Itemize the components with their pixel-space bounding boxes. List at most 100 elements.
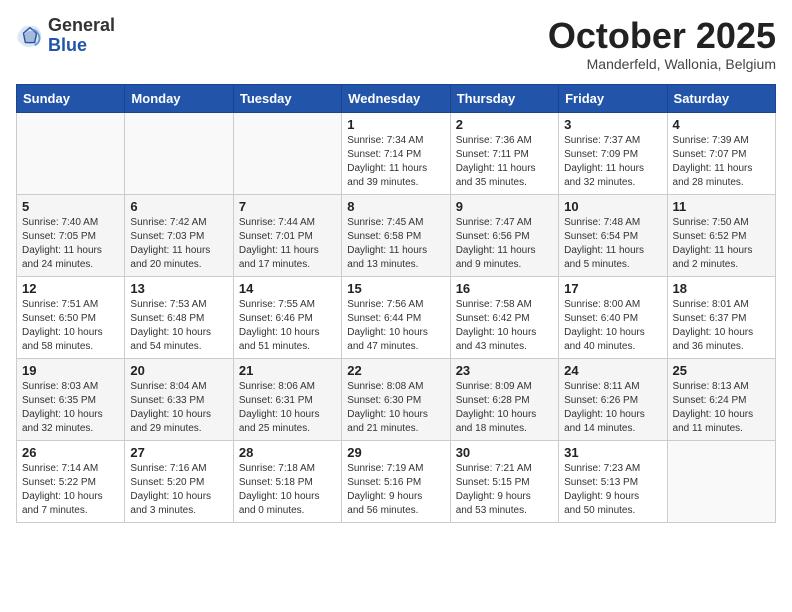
day-number: 3 [564,117,661,132]
calendar-cell: 16 Sunrise: 7:58 AM Sunset: 6:42 PM Dayli… [450,276,558,358]
calendar-cell: 29 Sunrise: 7:19 AM Sunset: 5:16 PM Dayli… [342,440,450,522]
day-number: 17 [564,281,661,296]
calendar-cell: 7 Sunrise: 7:44 AM Sunset: 7:01 PM Daylig… [233,194,341,276]
logo-general: General [48,15,115,35]
weekday-header-saturday: Saturday [667,84,775,112]
calendar-cell [667,440,775,522]
day-info: Sunrise: 8:11 AM Sunset: 6:26 PM Dayligh… [564,380,661,436]
day-number: 19 [22,363,119,378]
day-info: Sunrise: 7:19 AM Sunset: 5:16 PM Dayligh… [347,462,444,518]
day-info: Sunrise: 7:45 AM Sunset: 6:58 PM Dayligh… [347,216,444,272]
day-number: 8 [347,199,444,214]
day-number: 18 [673,281,770,296]
calendar-cell: 1Sunrise: 7:34 AM Sunset: 7:14 PM Daylig… [342,112,450,194]
day-number: 6 [130,199,227,214]
day-number: 14 [239,281,336,296]
day-info: Sunrise: 7:47 AM Sunset: 6:56 PM Dayligh… [456,216,553,272]
day-info: Sunrise: 8:01 AM Sunset: 6:37 PM Dayligh… [673,298,770,354]
calendar-cell: 30Sunrise: 7:21 AM Sunset: 5:15 PM Dayli… [450,440,558,522]
day-info: Sunrise: 7:18 AM Sunset: 5:18 PM Dayligh… [239,462,336,518]
day-number: 22 [347,363,444,378]
calendar-cell: 15 Sunrise: 7:56 AM Sunset: 6:44 PM Dayli… [342,276,450,358]
day-info: Sunrise: 7:23 AM Sunset: 5:13 PM Dayligh… [564,462,661,518]
day-info: Sunrise: 7:39 AM Sunset: 7:07 PM Dayligh… [673,134,770,190]
day-number: 4 [673,117,770,132]
day-info: Sunrise: 7:37 AM Sunset: 7:09 PM Dayligh… [564,134,661,190]
calendar-cell: 5Sunrise: 7:40 AM Sunset: 7:05 PM Daylig… [17,194,125,276]
calendar-cell: 13Sunrise: 7:53 AM Sunset: 6:48 PM Dayli… [125,276,233,358]
day-info: Sunrise: 8:08 AM Sunset: 6:30 PM Dayligh… [347,380,444,436]
month-title: October 2025 [548,16,776,56]
calendar-cell: 18 Sunrise: 8:01 AM Sunset: 6:37 PM Dayli… [667,276,775,358]
weekday-header-thursday: Thursday [450,84,558,112]
day-info: Sunrise: 8:03 AM Sunset: 6:35 PM Dayligh… [22,380,119,436]
day-number: 25 [673,363,770,378]
weekday-header-friday: Friday [559,84,667,112]
day-info: Sunrise: 7:53 AM Sunset: 6:48 PM Dayligh… [130,298,227,354]
weekday-header-wednesday: Wednesday [342,84,450,112]
weekday-header-monday: Monday [125,84,233,112]
day-number: 5 [22,199,119,214]
day-number: 21 [239,363,336,378]
day-info: Sunrise: 8:00 AM Sunset: 6:40 PM Dayligh… [564,298,661,354]
day-info: Sunrise: 7:14 AM Sunset: 5:22 PM Dayligh… [22,462,119,518]
day-info: Sunrise: 7:48 AM Sunset: 6:54 PM Dayligh… [564,216,661,272]
calendar-cell: 12Sunrise: 7:51 AM Sunset: 6:50 PM Dayli… [17,276,125,358]
logo-icon [16,22,44,50]
day-info: Sunrise: 8:13 AM Sunset: 6:24 PM Dayligh… [673,380,770,436]
calendar-cell: 14 Sunrise: 7:55 AM Sunset: 6:46 PM Dayli… [233,276,341,358]
calendar-cell: 25 Sunrise: 8:13 AM Sunset: 6:24 PM Dayli… [667,358,775,440]
day-number: 31 [564,445,661,460]
day-info: Sunrise: 7:21 AM Sunset: 5:15 PM Dayligh… [456,462,553,518]
day-info: Sunrise: 7:16 AM Sunset: 5:20 PM Dayligh… [130,462,227,518]
calendar-cell: 22 Sunrise: 8:08 AM Sunset: 6:30 PM Dayli… [342,358,450,440]
calendar-cell [233,112,341,194]
day-number: 15 [347,281,444,296]
weekday-header-sunday: Sunday [17,84,125,112]
calendar-cell: 17 Sunrise: 8:00 AM Sunset: 6:40 PM Dayli… [559,276,667,358]
title-block: October 2025 Manderfeld, Wallonia, Belgi… [548,16,776,72]
day-info: Sunrise: 8:09 AM Sunset: 6:28 PM Dayligh… [456,380,553,436]
day-number: 11 [673,199,770,214]
day-info: Sunrise: 7:50 AM Sunset: 6:52 PM Dayligh… [673,216,770,272]
day-info: Sunrise: 7:42 AM Sunset: 7:03 PM Dayligh… [130,216,227,272]
calendar-cell: 2Sunrise: 7:36 AM Sunset: 7:11 PM Daylig… [450,112,558,194]
day-info: Sunrise: 7:51 AM Sunset: 6:50 PM Dayligh… [22,298,119,354]
location-subtitle: Manderfeld, Wallonia, Belgium [548,56,776,72]
calendar-cell: 10 Sunrise: 7:48 AM Sunset: 6:54 PM Dayli… [559,194,667,276]
day-number: 16 [456,281,553,296]
calendar-row-5: 26Sunrise: 7:14 AM Sunset: 5:22 PM Dayli… [17,440,776,522]
calendar-cell [125,112,233,194]
day-number: 10 [564,199,661,214]
calendar-cell: 9 Sunrise: 7:47 AM Sunset: 6:56 PM Daylig… [450,194,558,276]
day-info: Sunrise: 7:56 AM Sunset: 6:44 PM Dayligh… [347,298,444,354]
calendar-cell: 19 Sunrise: 8:03 AM Sunset: 6:35 PM Dayli… [17,358,125,440]
day-number: 9 [456,199,553,214]
calendar-row-1: 1Sunrise: 7:34 AM Sunset: 7:14 PM Daylig… [17,112,776,194]
day-number: 1 [347,117,444,132]
logo: General Blue [16,16,115,56]
day-number: 7 [239,199,336,214]
page-header: General Blue October 2025 Manderfeld, Wa… [16,16,776,72]
calendar-cell: 23 Sunrise: 8:09 AM Sunset: 6:28 PM Dayli… [450,358,558,440]
day-info: Sunrise: 7:44 AM Sunset: 7:01 PM Dayligh… [239,216,336,272]
day-info: Sunrise: 7:58 AM Sunset: 6:42 PM Dayligh… [456,298,553,354]
calendar-cell: 6 Sunrise: 7:42 AM Sunset: 7:03 PM Daylig… [125,194,233,276]
day-info: Sunrise: 7:55 AM Sunset: 6:46 PM Dayligh… [239,298,336,354]
calendar-cell: 24 Sunrise: 8:11 AM Sunset: 6:26 PM Dayli… [559,358,667,440]
calendar-cell: 21Sunrise: 8:06 AM Sunset: 6:31 PM Dayli… [233,358,341,440]
day-number: 28 [239,445,336,460]
calendar-row-3: 12Sunrise: 7:51 AM Sunset: 6:50 PM Dayli… [17,276,776,358]
calendar-cell: 4 Sunrise: 7:39 AM Sunset: 7:07 PM Daylig… [667,112,775,194]
calendar-table: SundayMondayTuesdayWednesdayThursdayFrid… [16,84,776,523]
day-number: 20 [130,363,227,378]
calendar-cell: 3 Sunrise: 7:37 AM Sunset: 7:09 PM Daylig… [559,112,667,194]
calendar-cell: 11 Sunrise: 7:50 AM Sunset: 6:52 PM Dayli… [667,194,775,276]
calendar-cell: 27Sunrise: 7:16 AM Sunset: 5:20 PM Dayli… [125,440,233,522]
logo-blue: Blue [48,35,87,55]
day-number: 29 [347,445,444,460]
logo-text: General Blue [48,16,115,56]
day-info: Sunrise: 8:04 AM Sunset: 6:33 PM Dayligh… [130,380,227,436]
day-number: 23 [456,363,553,378]
day-number: 24 [564,363,661,378]
